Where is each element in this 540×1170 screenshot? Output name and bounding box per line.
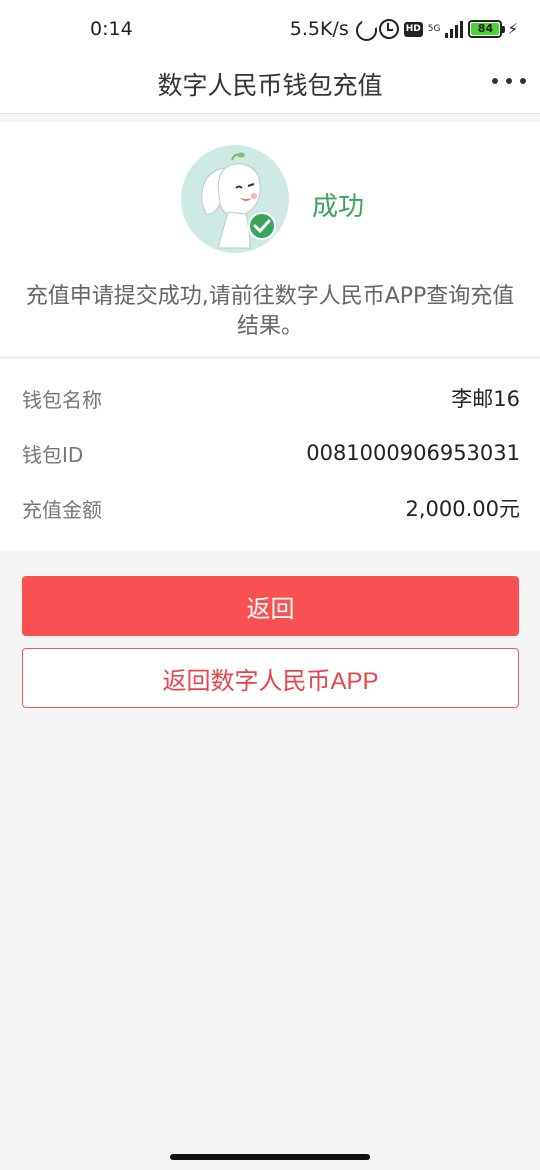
detail-label: 钱包名称	[22, 387, 102, 412]
status-icons: 5.5K/s HD 5G 84 ⚡	[290, 16, 518, 42]
network-type-label: 5G	[427, 23, 441, 34]
detail-label: 钱包ID	[22, 442, 84, 467]
elephant-mascot-success-icon	[181, 145, 289, 253]
alarm-icon	[378, 19, 399, 39]
home-indicator[interactable]	[170, 1154, 370, 1160]
detail-value: 0081000906953031	[306, 441, 520, 465]
result-card: 成功 充值申请提交成功,请前往数字人民币APP查询充值结果。	[0, 122, 540, 358]
detail-value: 李邮16	[451, 387, 520, 411]
net-speed: 5.5K/s	[289, 18, 349, 40]
nav-bar: 数字人民币钱包充值	[0, 58, 540, 114]
detail-row-amount: 充值金额 2,000.00元	[22, 493, 520, 523]
status-bar: 0:14 5.5K/s HD 5G 84 ⚡	[0, 0, 540, 58]
result-message: 充值申请提交成功,请前往数字人民币APP查询充值结果。	[25, 284, 515, 339]
charging-icon: ⚡	[507, 20, 518, 38]
page-title: 数字人民币钱包充值	[157, 71, 383, 100]
detail-row-wallet-name: 钱包名称 李邮16	[22, 383, 520, 413]
success-status: 成功	[312, 192, 365, 222]
detail-label: 充值金额	[22, 497, 102, 522]
battery-level: 84	[471, 23, 500, 35]
hd-icon: HD	[403, 21, 423, 37]
more-horizontal-icon[interactable]	[492, 68, 526, 94]
signal-icon	[445, 20, 464, 38]
detail-card: 钱包名称 李邮16 钱包ID 0081000906953031 充值金额 2,0…	[0, 359, 540, 551]
battery-icon: 84	[468, 20, 506, 38]
detail-row-wallet-id: 钱包ID 0081000906953031	[22, 438, 520, 468]
network-type-icon: 5G	[427, 23, 441, 34]
back-to-app-button[interactable]: 返回数字人民币APP	[22, 648, 519, 708]
do-not-disturb-icon	[354, 16, 377, 41]
status-time: 0:14	[90, 18, 133, 40]
detail-value: 2,000.00元	[405, 497, 520, 521]
back-button[interactable]: 返回	[22, 576, 519, 636]
